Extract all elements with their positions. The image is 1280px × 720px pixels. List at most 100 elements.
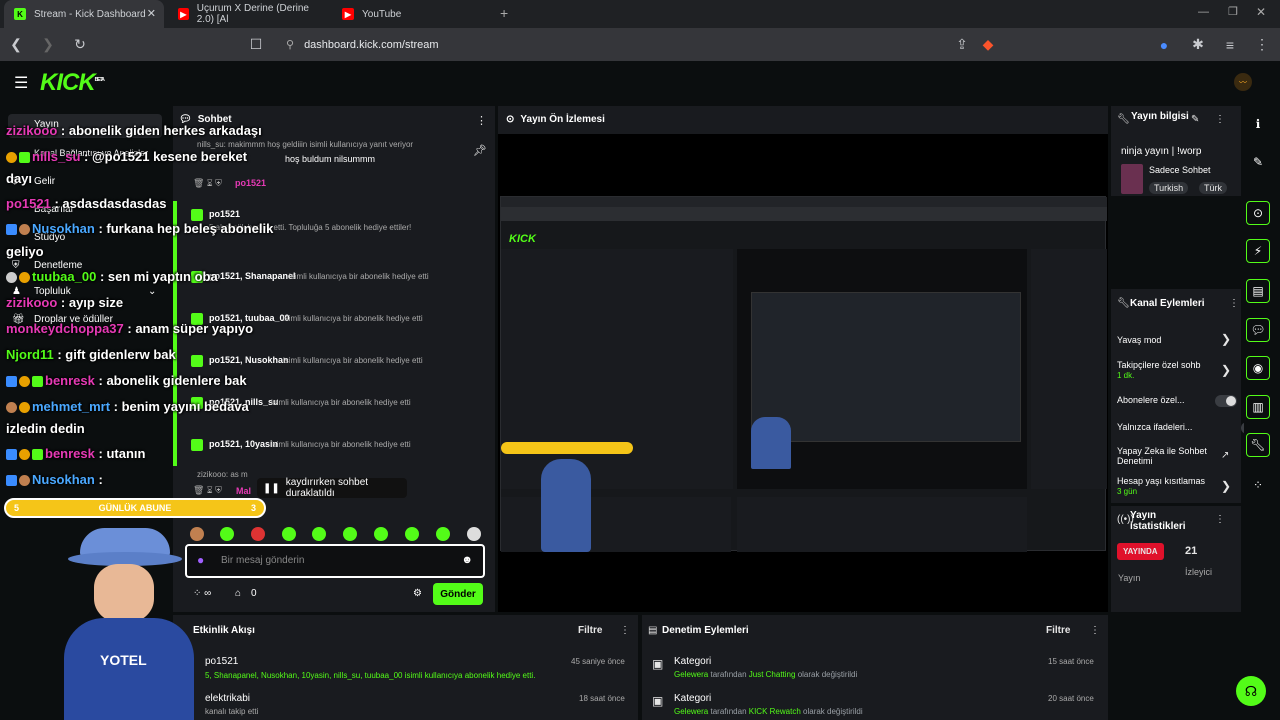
preview-icon: ⊙ [506,114,515,125]
followers-only-label[interactable]: Takipçilere özel sohb [1117,360,1227,370]
broadcast-icon[interactable]: ◉ [1246,356,1270,380]
support-icon[interactable]: ☊ [1236,676,1266,706]
more-icon[interactable]: ⋮ [476,114,487,127]
chat-input[interactable]: ● Bir mesaj gönderin ☻ [185,544,485,578]
extensions-puzzle-icon[interactable]: ✱ [1186,28,1210,61]
document-icon[interactable]: ▤ [1246,279,1270,303]
tab-youtube[interactable]: ▶ YouTube [332,0,492,28]
emote-icon[interactable] [312,527,326,541]
lightning-icon[interactable]: ⚡︎ [1246,239,1270,263]
chevron-right-icon[interactable]: ❯ [1221,363,1231,377]
badge-icon [6,152,17,164]
preview-title: Yayın Ön İzlemesi [520,114,605,125]
share-icon[interactable]: ⇪ [950,28,974,61]
overlay-msg: : sen mi yaptın oba [99,269,218,284]
gift-event-text: isimli kullanıcıya bir abonelik hediye e… [283,356,423,365]
url-field[interactable]: ⚲ dashboard.kick.com/stream [276,34,1006,55]
more-icon[interactable]: ⋮ [1229,298,1239,309]
hamburger-icon[interactable]: ☰ [14,73,28,93]
emote-icon[interactable] [436,527,450,541]
more-icon[interactable]: ⋮ [620,625,630,636]
minimize-icon[interactable]: — [1198,6,1209,18]
window-close-icon[interactable]: ✕ [1256,5,1266,19]
overlay-user: Nusokhan [32,472,95,487]
moderation-time: 15 saat önce [1048,657,1094,666]
emote-icon[interactable] [405,527,419,541]
viewer-label: İzleyici [1185,567,1213,577]
edit-icon[interactable]: ✎ [1246,150,1270,174]
activity-time: 45 saniye önce [571,657,625,666]
category-name: Sadece Sohbet [1149,165,1211,175]
activity-user[interactable]: elektrikabi [205,693,250,704]
emote-icon[interactable] [220,527,234,541]
chat-bubble-icon[interactable]: 💬︎ [1246,318,1270,342]
preview-icon[interactable]: ⊙ [1246,201,1270,225]
moderator-name[interactable]: Gelewera [674,707,708,716]
menu-icon[interactable]: ⋮ [1250,28,1274,61]
badge-icon [19,224,30,236]
channel-actions-panel: 🔧︎ Kanal Eylemleri ⋮ Yavaş mod ❯ Takipçi… [1111,289,1264,503]
kick-header: ☰ KICKBETA 〰 [0,61,1280,106]
tab-kick-dashboard[interactable]: K Stream - Kick Dashboard ✕ [4,0,164,28]
back-icon[interactable]: ❮ [4,28,28,61]
emote-icon[interactable] [282,527,296,541]
ai-moderation-label[interactable]: Yapay Zeka ile Sohbet Denetimi [1117,446,1213,466]
overlay-msg: : furkana hep beleş abonelik [98,221,274,236]
badge-icon [19,152,30,164]
browser-tab-bar: K Stream - Kick Dashboard ✕ ▶ Uçurum X D… [0,0,1280,28]
restore-icon[interactable]: ❐ [1228,5,1238,18]
moderation-icon[interactable]: ▥ [1246,395,1270,419]
tab-title: Stream - Kick Dashboard [34,8,146,20]
extension-icon[interactable]: ● [1152,28,1176,61]
external-link-icon[interactable]: ↗ [1221,450,1229,461]
chat-placeholder: Bir mesaj gönderin [221,555,305,566]
preview-header: ⊙ Yayın Ön İzlemesi [506,114,605,125]
subscribers-only-toggle[interactable] [1215,395,1237,407]
chevron-right-icon[interactable]: ❯ [1221,332,1231,346]
user-avatar[interactable]: 〰 [1234,73,1252,91]
desc-text: tarafından [710,670,747,679]
activity-feed-panel: Etkinlik Akışı Filtre ⋮ po1521 5, Shanap… [173,615,638,720]
preview-video[interactable]: KICK [500,196,1107,552]
live-label: Yayın [1118,573,1141,583]
chest-icon[interactable]: ⌂ [235,588,241,599]
forward-icon[interactable]: ❯ [36,28,60,61]
info-icon[interactable]: ℹ [1246,112,1270,136]
emoji-icon[interactable]: ☻ [461,554,473,566]
moderation-filter-button[interactable]: Filtre [1046,625,1070,636]
emote-icon[interactable] [467,527,481,541]
playlist-icon[interactable]: ≡ [1218,28,1242,61]
emote-icon[interactable] [251,527,265,541]
activity-filter-button[interactable]: Filtre [578,625,602,636]
bookmark-icon[interactable]: ☐ [244,28,268,61]
settings-gear-icon[interactable]: ⚙ [413,588,422,599]
moderator-name[interactable]: Gelewera [674,670,708,679]
site-info-icon[interactable]: ⚲ [286,38,294,51]
slow-mode-label[interactable]: Yavaş mod [1117,335,1161,345]
activity-icon[interactable]: ⁘ [1246,473,1270,497]
reload-icon[interactable]: ↻ [68,28,92,61]
send-button[interactable]: Gönder [433,583,483,605]
new-tab-icon[interactable]: + [500,5,508,21]
chevron-right-icon[interactable]: ❯ [1221,479,1231,493]
pin-icon[interactable]: 📌︎ [473,144,487,157]
more-icon[interactable]: ⋮ [1215,114,1225,125]
emote-icon[interactable] [343,527,357,541]
tab-youtube-video[interactable]: ▶ Uçurum X Derine (Derine 2.0) [Al [168,0,328,28]
brave-shield-icon[interactable]: ◆ [976,28,1000,61]
kick-logo[interactable]: KICKBETA [40,69,105,97]
account-age-label[interactable]: Hesap yaşı kısıtlamas [1117,476,1227,486]
youtube-icon: ▶ [342,8,354,20]
close-icon[interactable]: ✕ [147,7,156,20]
emote-icon[interactable] [374,527,388,541]
points-count: 0 [251,588,257,599]
tag-badge: Türk [1199,182,1227,194]
edit-icon[interactable]: ✎ [1191,114,1199,125]
category-change-icon: ▣ [652,657,664,671]
activity-title: Etkinlik Akışı [193,625,255,636]
more-icon[interactable]: ⋮ [1215,514,1225,525]
wrench-icon[interactable]: 🔧︎ [1246,433,1270,457]
more-icon[interactable]: ⋮ [1090,625,1100,636]
sub-goal-end: 3 [250,503,256,513]
activity-user[interactable]: po1521 [205,656,238,667]
